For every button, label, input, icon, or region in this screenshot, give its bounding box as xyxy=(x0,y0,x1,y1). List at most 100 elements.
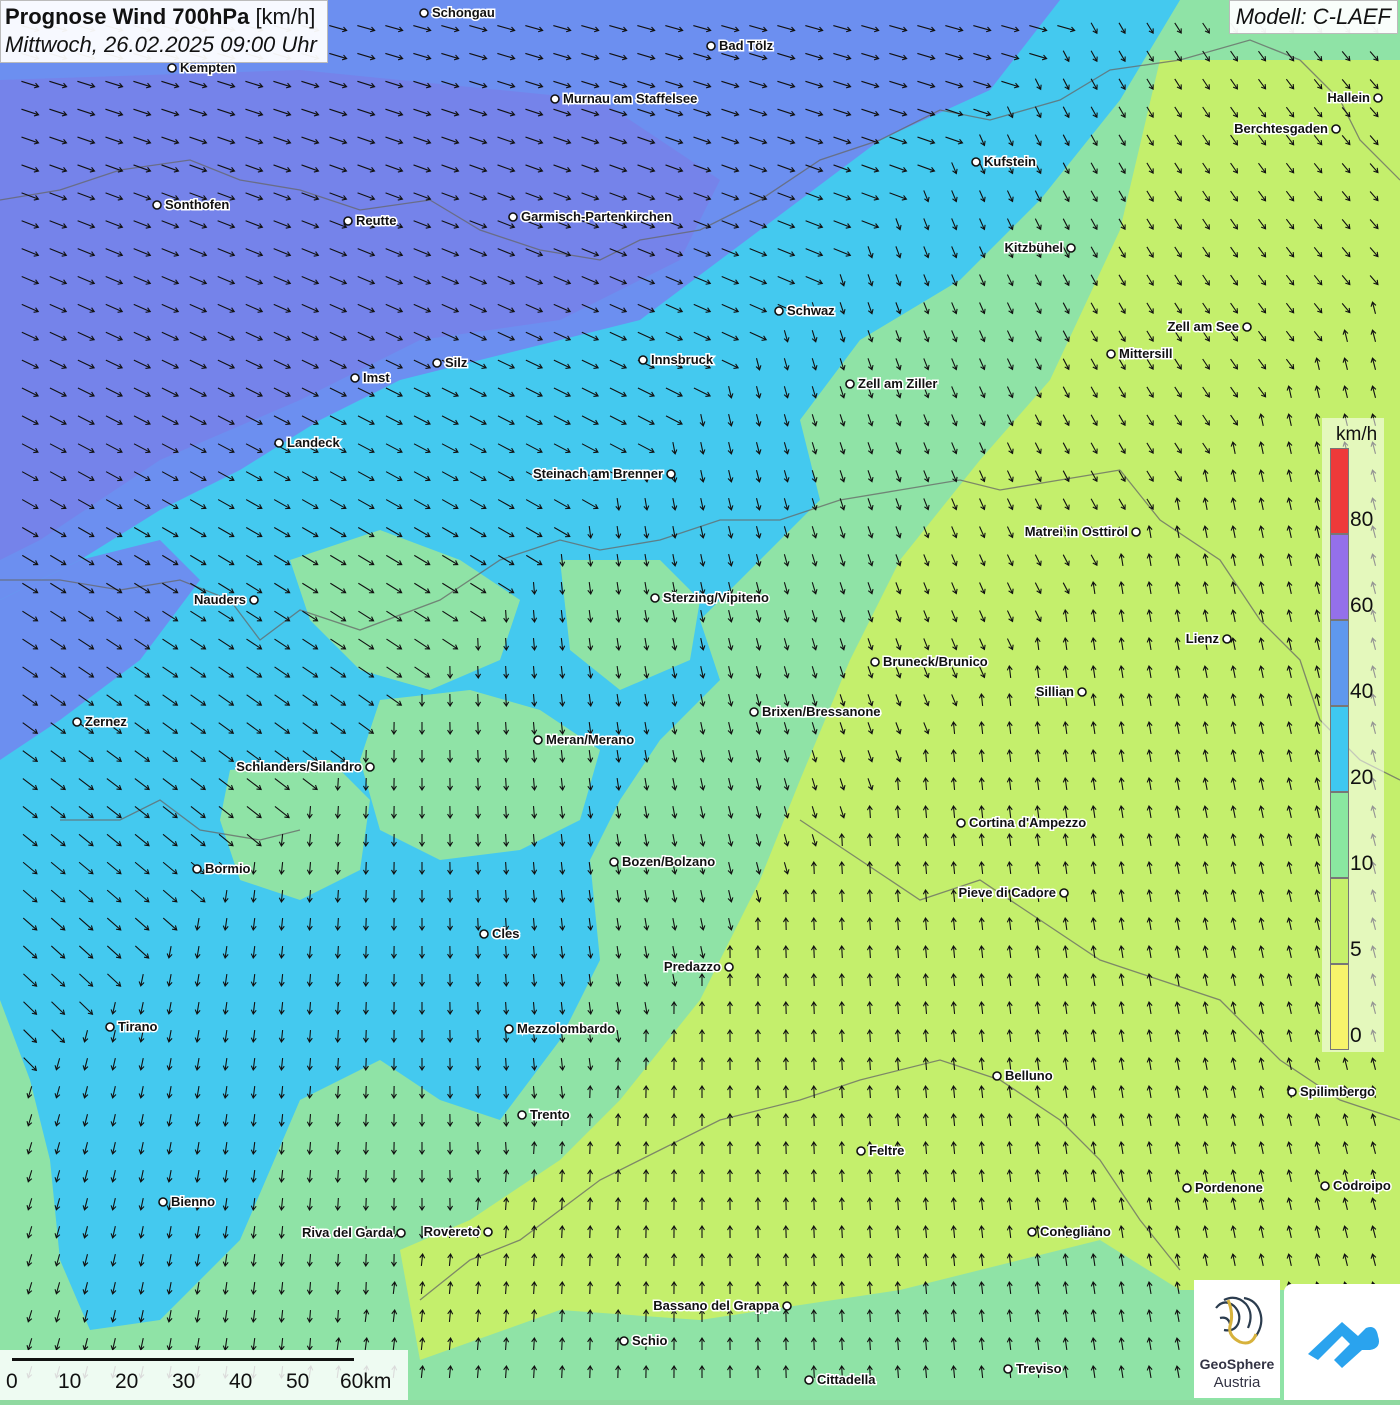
app-logo xyxy=(1284,1284,1400,1400)
city-marker xyxy=(971,157,981,167)
city-marker xyxy=(365,762,375,772)
city-marker xyxy=(432,358,442,368)
city-label: Riva del Garda xyxy=(302,1225,394,1240)
city-marker xyxy=(956,818,966,828)
city-label: Innsbruck xyxy=(651,352,714,367)
city-marker xyxy=(1320,1181,1330,1191)
city-label: Zell am Ziller xyxy=(858,376,937,391)
city-label: Cles xyxy=(492,926,519,941)
city-label: Sillian xyxy=(1036,684,1074,699)
city-label: Sterzing/Vipiteno xyxy=(663,590,769,605)
city-label: Zernez xyxy=(85,714,127,729)
city-label: Cittadella xyxy=(817,1372,876,1387)
city-marker xyxy=(479,929,489,939)
legend-color-segment xyxy=(1330,878,1349,964)
legend-color-segment xyxy=(1330,448,1349,534)
title-box: Prognose Wind 700hPa [km/h] Mittwoch, 26… xyxy=(0,0,328,63)
city-label: Imst xyxy=(363,370,390,385)
city-marker xyxy=(845,379,855,389)
city-marker xyxy=(1059,888,1069,898)
legend-color-segment xyxy=(1330,620,1349,706)
city-marker xyxy=(274,438,284,448)
city-marker xyxy=(158,1197,168,1207)
city-label: Landeck xyxy=(287,435,341,450)
city-label: Matrei in Osttirol xyxy=(1025,524,1128,539)
city-label: Hallein xyxy=(1327,90,1370,105)
city-marker xyxy=(419,8,429,18)
legend-tick-label: 60 xyxy=(1350,594,1374,617)
city-marker xyxy=(1131,527,1141,537)
city-marker xyxy=(396,1228,406,1238)
city-label: Nauders xyxy=(194,592,246,607)
wind-map: SchongauBad TölzKemptenMurnau am Staffel… xyxy=(0,0,1400,1400)
city-marker xyxy=(1287,1087,1297,1097)
city-marker xyxy=(1003,1364,1013,1374)
city-label: Feltre xyxy=(869,1143,904,1158)
city-label: Bruneck/Brunico xyxy=(883,654,988,669)
city-label: Spilimbergo xyxy=(1300,1084,1375,1099)
city-marker xyxy=(343,216,353,226)
city-label: Sonthofen xyxy=(165,197,229,212)
city-label: Murnau am Staffelsee xyxy=(563,91,697,106)
city-marker xyxy=(749,707,759,717)
city-marker xyxy=(1027,1227,1037,1237)
legend-tick-label: 40 xyxy=(1350,680,1374,703)
city-label: Schwaz xyxy=(787,303,835,318)
city-label: Mittersill xyxy=(1119,346,1172,361)
scale-bar-label: 40 xyxy=(229,1370,253,1393)
city-label: Mezzolombardo xyxy=(517,1021,615,1036)
city-label: Belluno xyxy=(1005,1068,1053,1083)
legend-tick-label: 10 xyxy=(1350,852,1374,875)
city-marker xyxy=(870,657,880,667)
city-marker xyxy=(1222,634,1232,644)
forecast-datetime: Mittwoch, 26.02.2025 09:00 Uhr xyxy=(5,32,317,57)
city-marker xyxy=(1373,93,1383,103)
scale-bar-label: 20 xyxy=(115,1370,139,1393)
city-marker xyxy=(992,1071,1002,1081)
city-marker xyxy=(483,1227,493,1237)
scale-bar-label: 30 xyxy=(172,1370,196,1393)
city-marker xyxy=(517,1110,527,1120)
city-marker xyxy=(666,469,676,479)
city-marker xyxy=(706,41,716,51)
city-marker xyxy=(1066,243,1076,253)
city-marker xyxy=(1242,322,1252,332)
city-label: Pordenone xyxy=(1195,1180,1263,1195)
city-marker xyxy=(72,717,82,727)
legend-color-segment xyxy=(1330,706,1349,792)
map-title: Prognose Wind 700hPa [km/h] xyxy=(5,4,317,30)
scale-bar-label: 10 xyxy=(58,1370,82,1393)
logo-name-line2: Austria xyxy=(1213,1374,1261,1391)
city-label: Schongau xyxy=(432,5,495,20)
city-marker xyxy=(638,355,648,365)
city-label: Rovereto xyxy=(424,1224,480,1239)
city-marker xyxy=(782,1301,792,1311)
city-label: Conegliano xyxy=(1040,1224,1111,1239)
scale-bar-line xyxy=(12,1358,354,1361)
city-label: Codroipo xyxy=(1333,1178,1391,1193)
city-marker xyxy=(804,1375,814,1385)
city-label: Bienno xyxy=(171,1194,215,1209)
legend-tick-label: 20 xyxy=(1350,766,1374,789)
city-label: Meran/Merano xyxy=(546,732,634,747)
city-marker xyxy=(192,864,202,874)
city-marker xyxy=(1106,349,1116,359)
city-label: Schlanders/Silandro xyxy=(236,759,362,774)
city-marker xyxy=(1331,124,1341,134)
city-marker xyxy=(724,962,734,972)
logo-name-line1: GeoSphere xyxy=(1199,1356,1275,1372)
city-marker xyxy=(774,306,784,316)
city-marker xyxy=(350,373,360,383)
city-label: Silz xyxy=(445,355,468,370)
city-label: Kufstein xyxy=(984,154,1036,169)
city-label: Cortina d'Ampezzo xyxy=(969,815,1086,830)
city-label: Garmisch-Partenkirchen xyxy=(521,209,672,224)
city-marker xyxy=(609,857,619,867)
city-label: Treviso xyxy=(1016,1361,1062,1376)
city-marker xyxy=(650,593,660,603)
city-marker xyxy=(1182,1183,1192,1193)
model-label: Modell: C-LAEF xyxy=(1228,0,1398,34)
city-marker xyxy=(508,212,518,222)
city-marker xyxy=(619,1336,629,1346)
city-label: Bormio xyxy=(205,861,251,876)
